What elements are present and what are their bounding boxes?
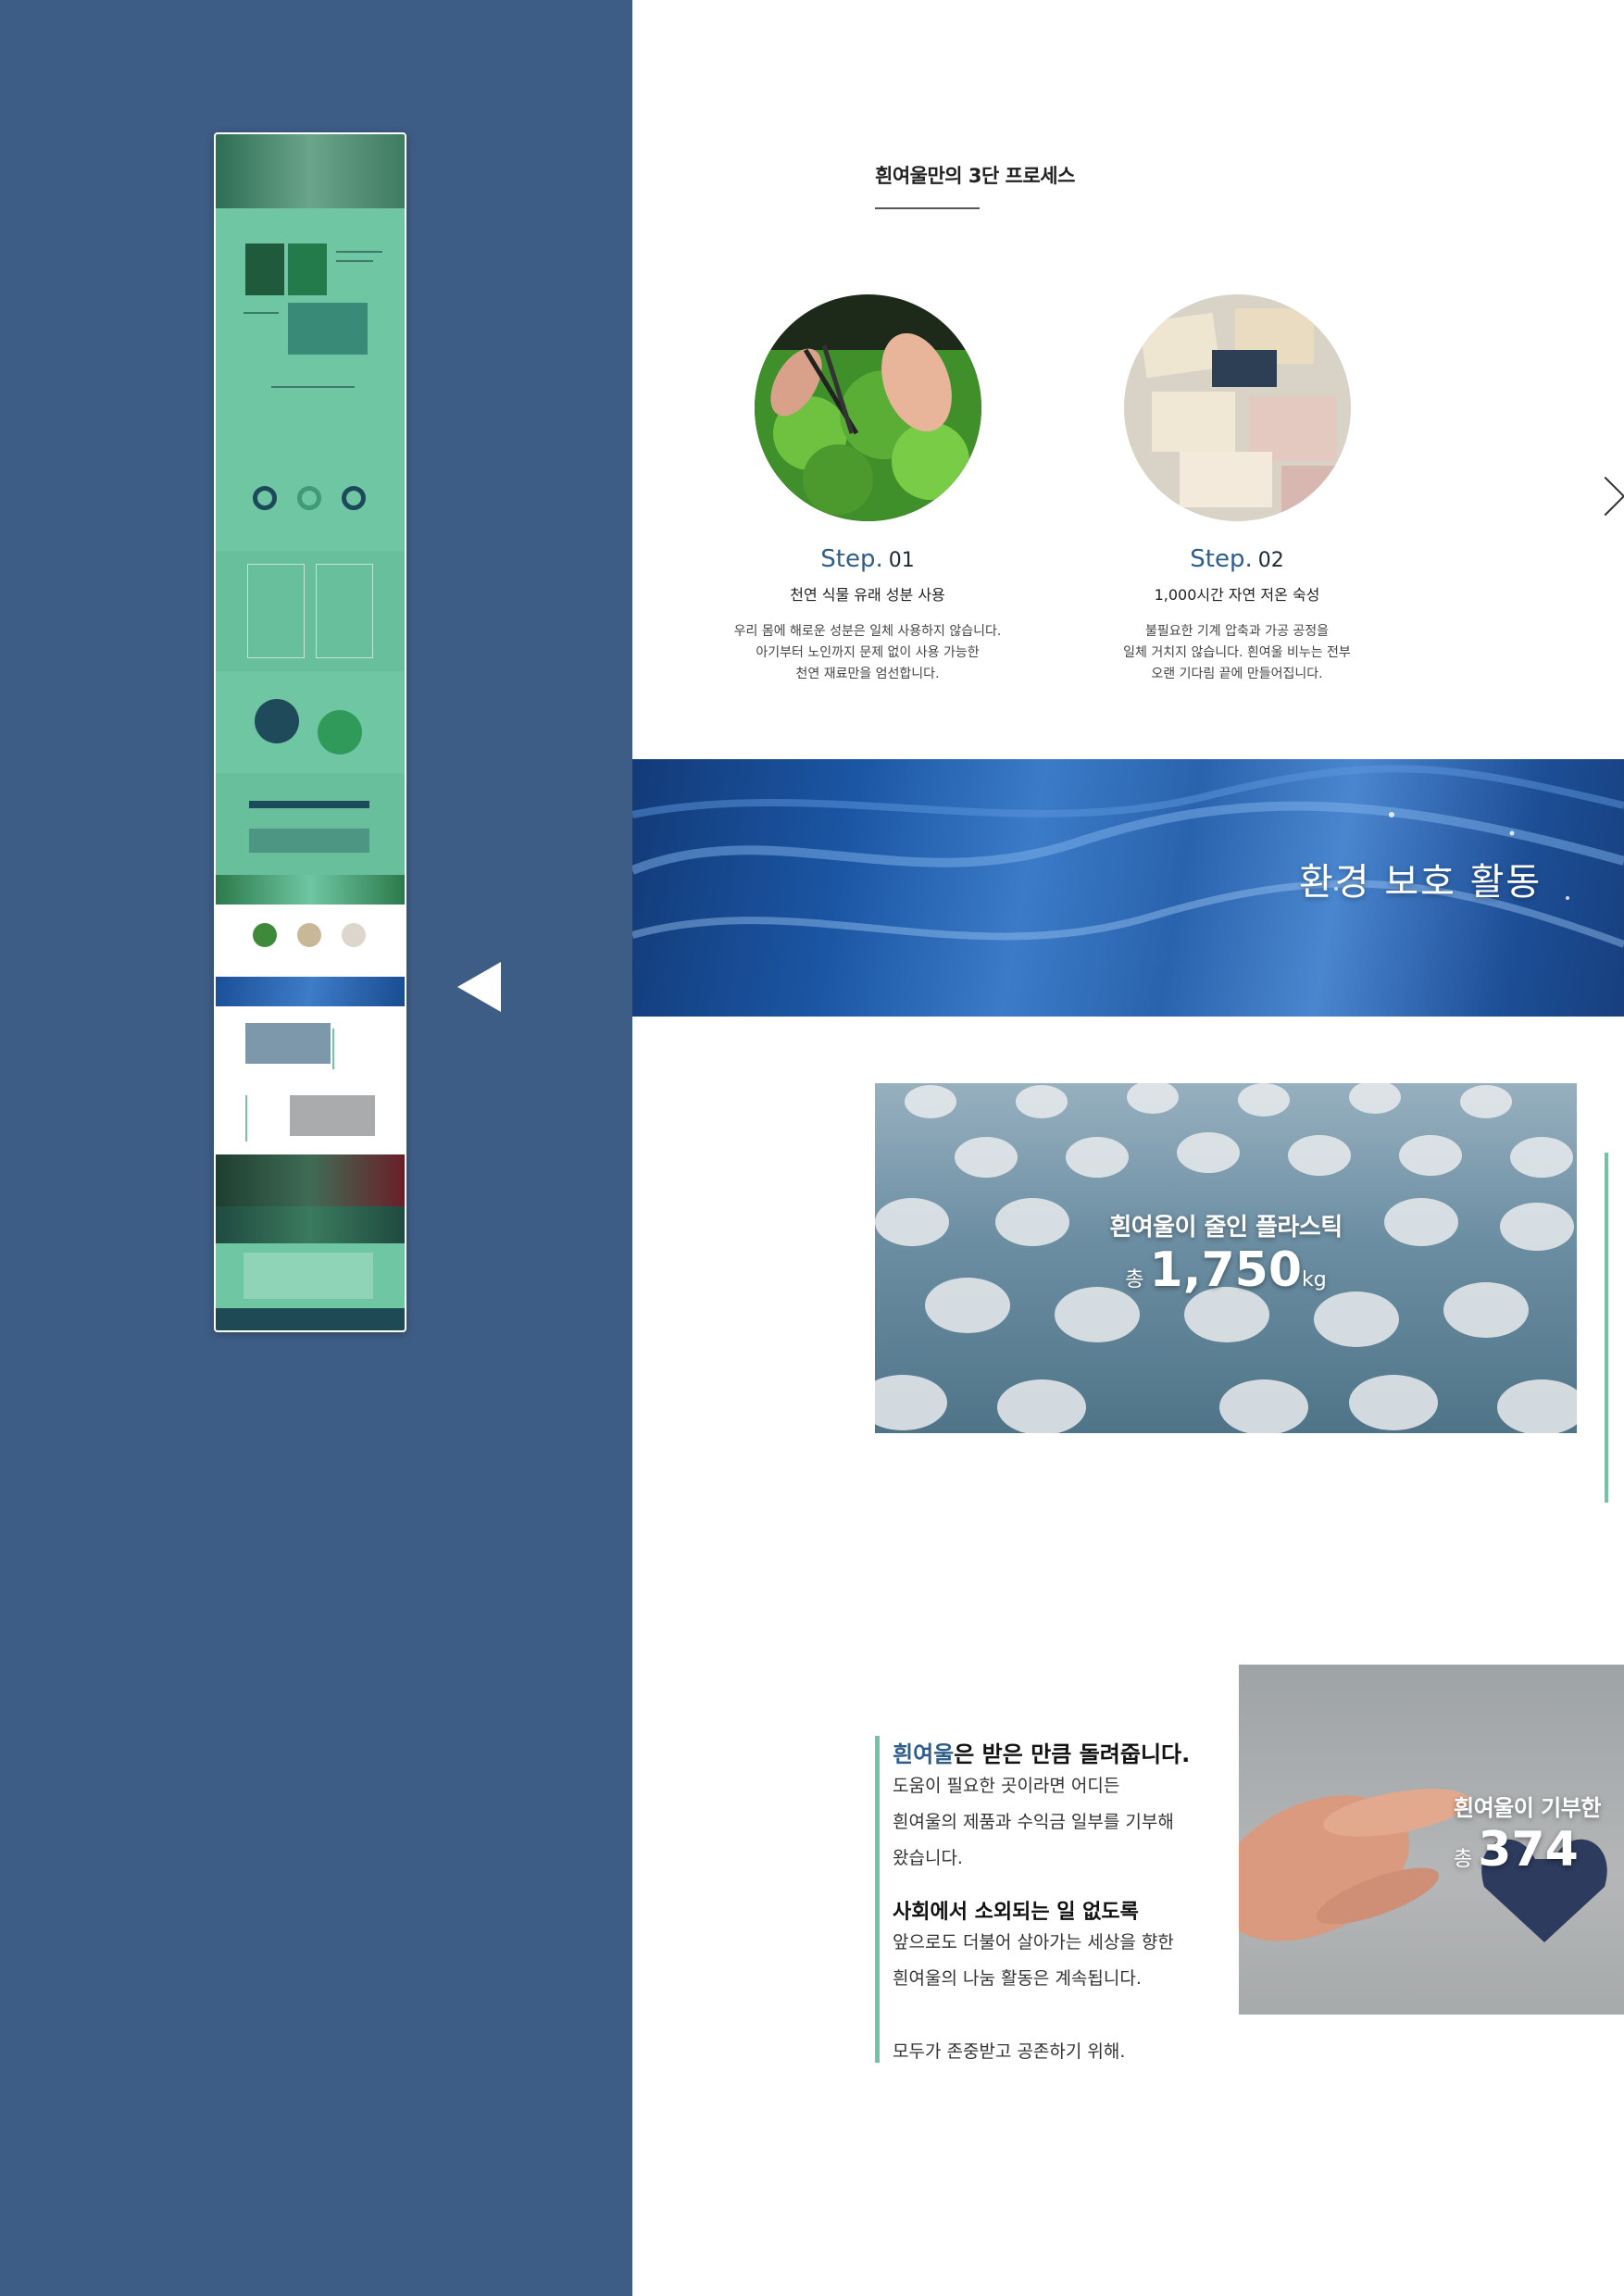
- donation-image: 흰여울이 기부한 총 374: [1239, 1665, 1624, 2015]
- nav-thumb-cards: [216, 551, 405, 671]
- nav-thumb-icons: [216, 773, 405, 875]
- donation-body-1: 도움이 필요한 곳이라면 어디든 흰여울의 제품과 수익금 일부를 기부해 왔습…: [893, 1776, 1174, 1868]
- nav-thumb-leaves: [216, 875, 405, 905]
- page-content: 흰여울만의 3단 프로세스 Step. 01 천연 식물 유래 성분 사용 우리 …: [632, 0, 1624, 2296]
- section-title-process: 흰여울만의 3단 프로세스: [875, 165, 1075, 187]
- step-01-subtitle: 천연 식물 유래 성분 사용: [790, 586, 945, 604]
- step-01-label: Step. 01: [820, 545, 915, 573]
- nav-thumb-process: [216, 905, 405, 977]
- plastic-reduction-image: 흰여울이 줄인 플라스틱 총 1,750kg: [875, 1083, 1577, 1433]
- step-02-description: 불필요한 기계 압축과 가공 공정을 일체 거치지 않습니다. 흰여울 비누는 …: [1123, 624, 1351, 681]
- donation-value: 총 374: [1454, 1822, 1579, 1878]
- nav-thumb-intro: [216, 208, 405, 430]
- title-underline: [875, 207, 980, 209]
- donation-heading: 흰여울은 받은 만큼 돌려줍니다.: [893, 1741, 1191, 1767]
- process-step-02: Step. 02 1,000시간 자연 저온 숙성 불필요한 기계 압축과 가공 …: [1098, 294, 1376, 685]
- nav-thumb-ocean: [216, 977, 405, 1006]
- donation-heading-2: 사회에서 소외되는 일 없도록: [893, 1901, 1139, 1924]
- environment-banner-title: 환경 보호 활동: [1299, 861, 1543, 904]
- nav-thumb-map: [216, 1243, 405, 1308]
- nav-thumb-circles: [216, 671, 405, 773]
- chevron-right-icon: [1585, 476, 1624, 517]
- donation-body-2: 앞으로도 더불어 살아가는 세상을 향한 흰여울의 나눔 활동은 계속됩니다.: [893, 1932, 1174, 1989]
- nav-thumb-gallery: [216, 1154, 405, 1206]
- step-01-description: 우리 몸에 해로운 성분은 일체 사용하지 않습니다. 아기부터 노인까지 문제…: [733, 624, 1002, 681]
- step-02-label: Step. 02: [1190, 545, 1284, 573]
- donation-text-block: 흰여울은 받은 만큼 돌려줍니다. 도움이 필요한 곳이라면 어디든 흰여울의 …: [875, 1736, 1226, 2063]
- nav-thumb-forest: [216, 1206, 405, 1243]
- step-02-image: [1123, 294, 1351, 521]
- plastic-reduction-value: 총 1,750kg: [1125, 1242, 1327, 1298]
- nav-thumb-hero: [216, 134, 405, 208]
- step-01-image: [754, 294, 981, 521]
- plastic-reduction-title: 흰여울이 줄인 플라스틱: [1109, 1214, 1343, 1242]
- donation-caption: 흰여울이 기부한 총 374: [1454, 1790, 1601, 1878]
- page-navigator-thumbnail[interactable]: [214, 132, 406, 1332]
- nav-thumb-rings: [216, 430, 405, 551]
- donation-title: 흰여울이 기부한: [1454, 1795, 1601, 1821]
- triangle-left-icon[interactable]: [457, 962, 501, 1012]
- nav-thumb-environment: [216, 1006, 405, 1154]
- accent-rule: [1605, 1153, 1608, 1503]
- plastic-reduction-caption: 흰여울이 줄인 플라스틱 총 1,750kg: [875, 1208, 1577, 1298]
- environment-banner: 환경 보호 활동: [632, 759, 1624, 1017]
- donation-closing: 모두가 존중받고 공존하기 위해.: [893, 2041, 1126, 2062]
- process-step-01: Step. 01 천연 식물 유래 성분 사용 우리 몸에 해로운 성분은 일체 …: [729, 294, 1006, 685]
- nav-thumb-footer: [216, 1308, 405, 1330]
- step-02-subtitle: 1,000시간 자연 저온 숙성: [1154, 586, 1320, 604]
